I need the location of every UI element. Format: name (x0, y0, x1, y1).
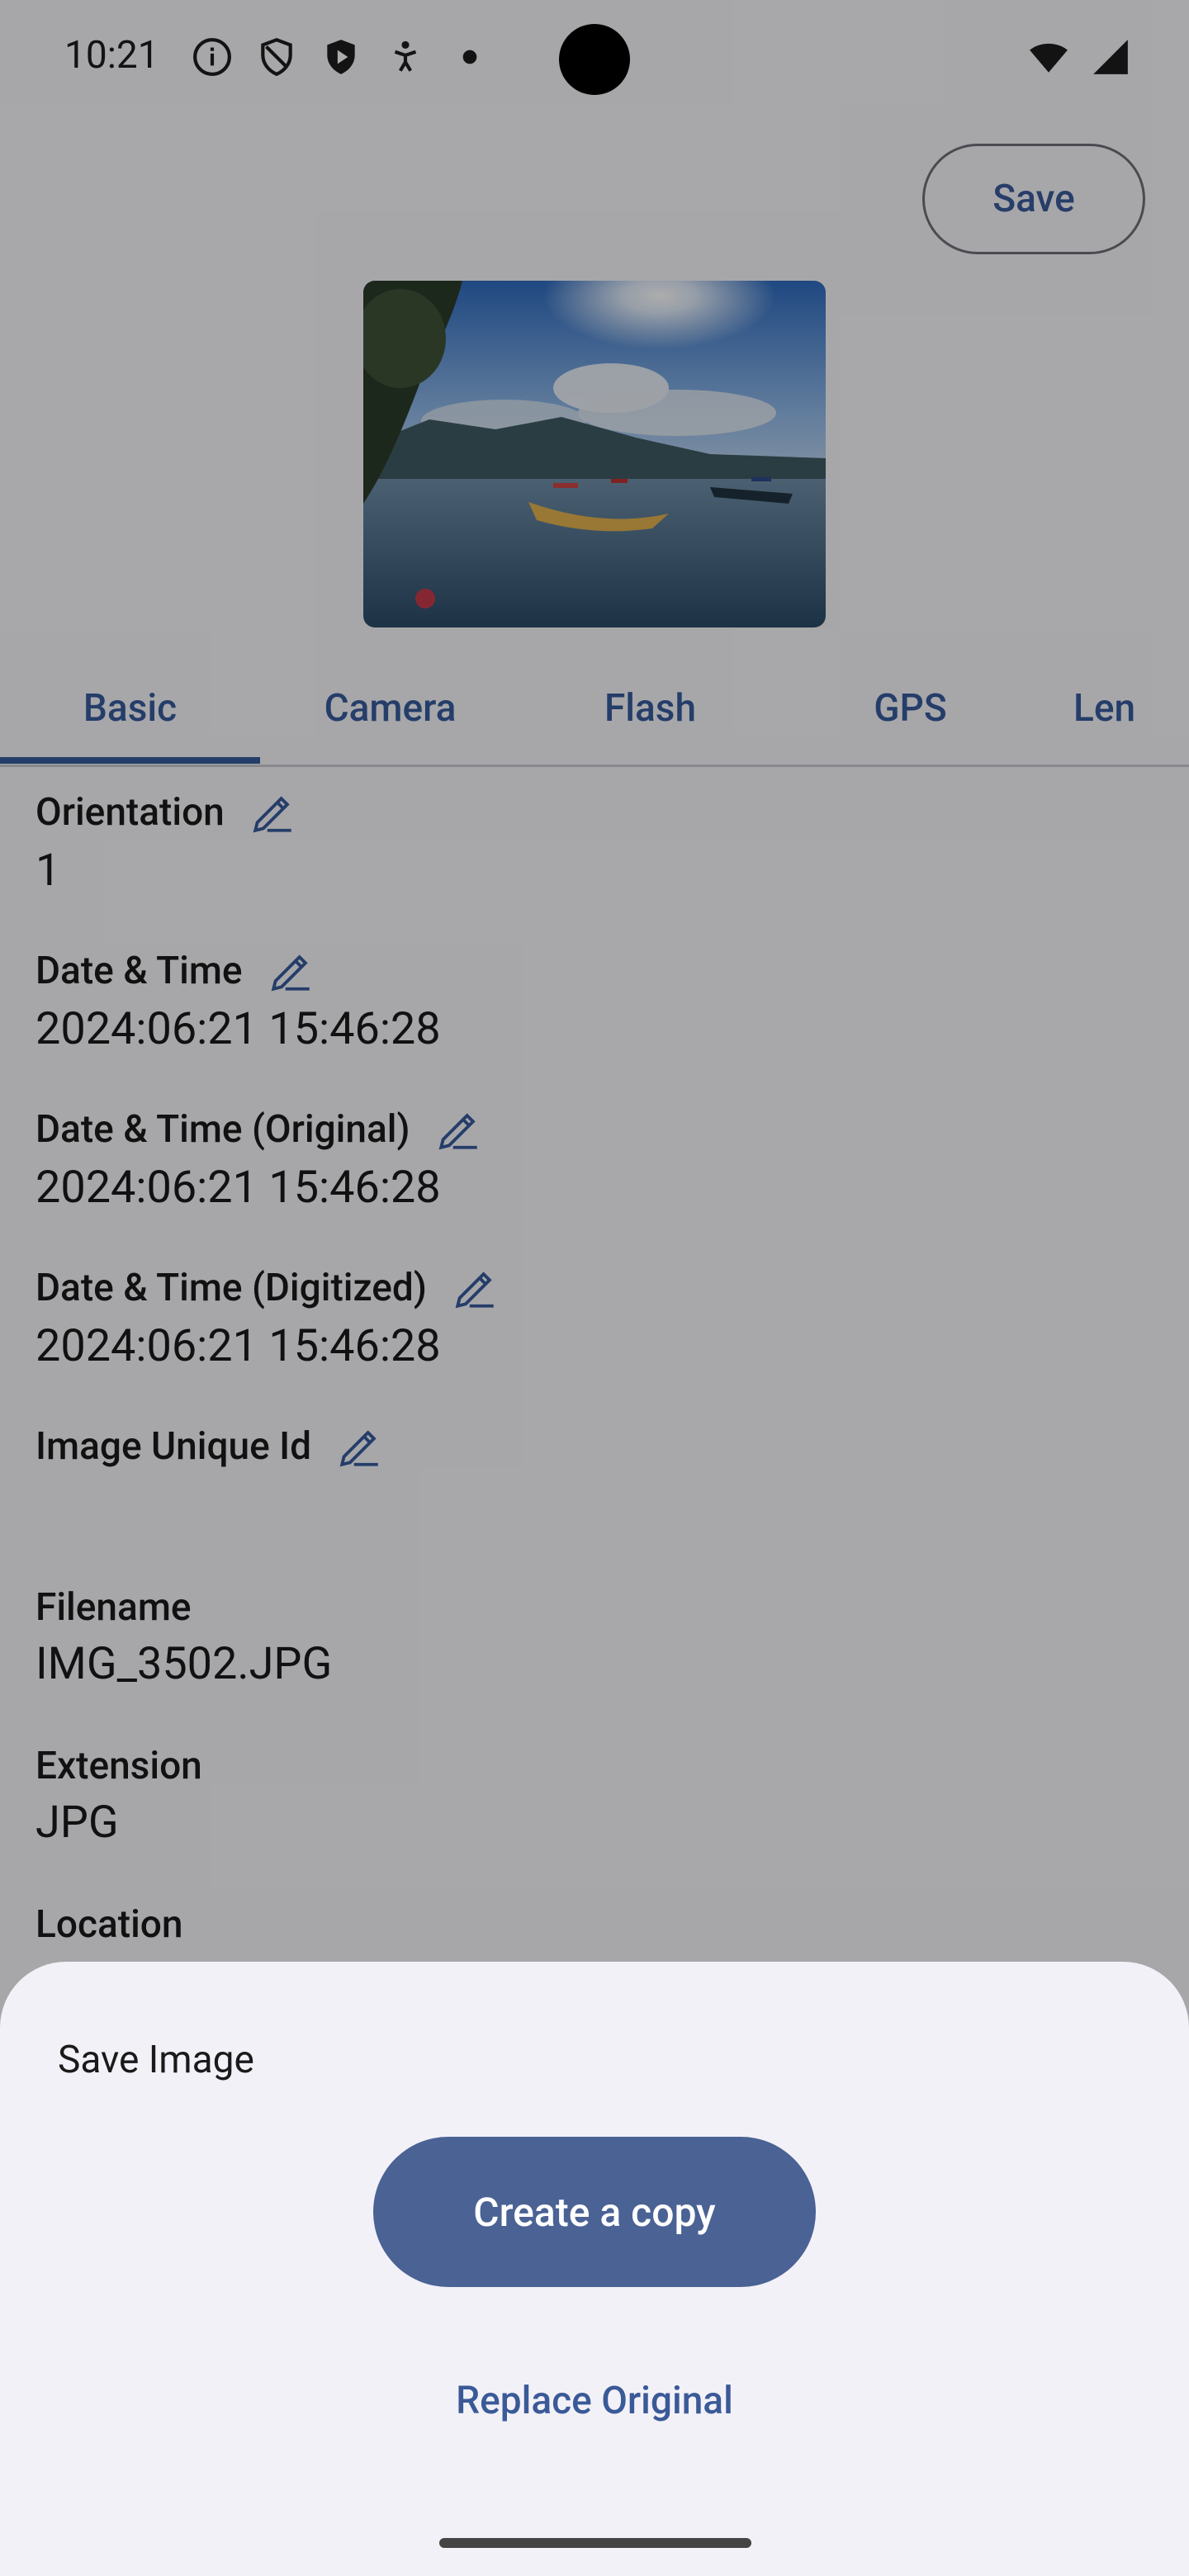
sheet-title: Save Image (58, 2038, 254, 2082)
app-screen: 10:21 Save Basic Camera Flash GPS Len Or… (0, 0, 1189, 2576)
replace-original-button[interactable]: Replace Original (388, 2351, 801, 2451)
save-bottom-sheet: Save Image Create a copy Replace Origina… (0, 1962, 1189, 2576)
home-indicator[interactable] (439, 2538, 751, 2548)
create-copy-button[interactable]: Create a copy (373, 2137, 816, 2287)
